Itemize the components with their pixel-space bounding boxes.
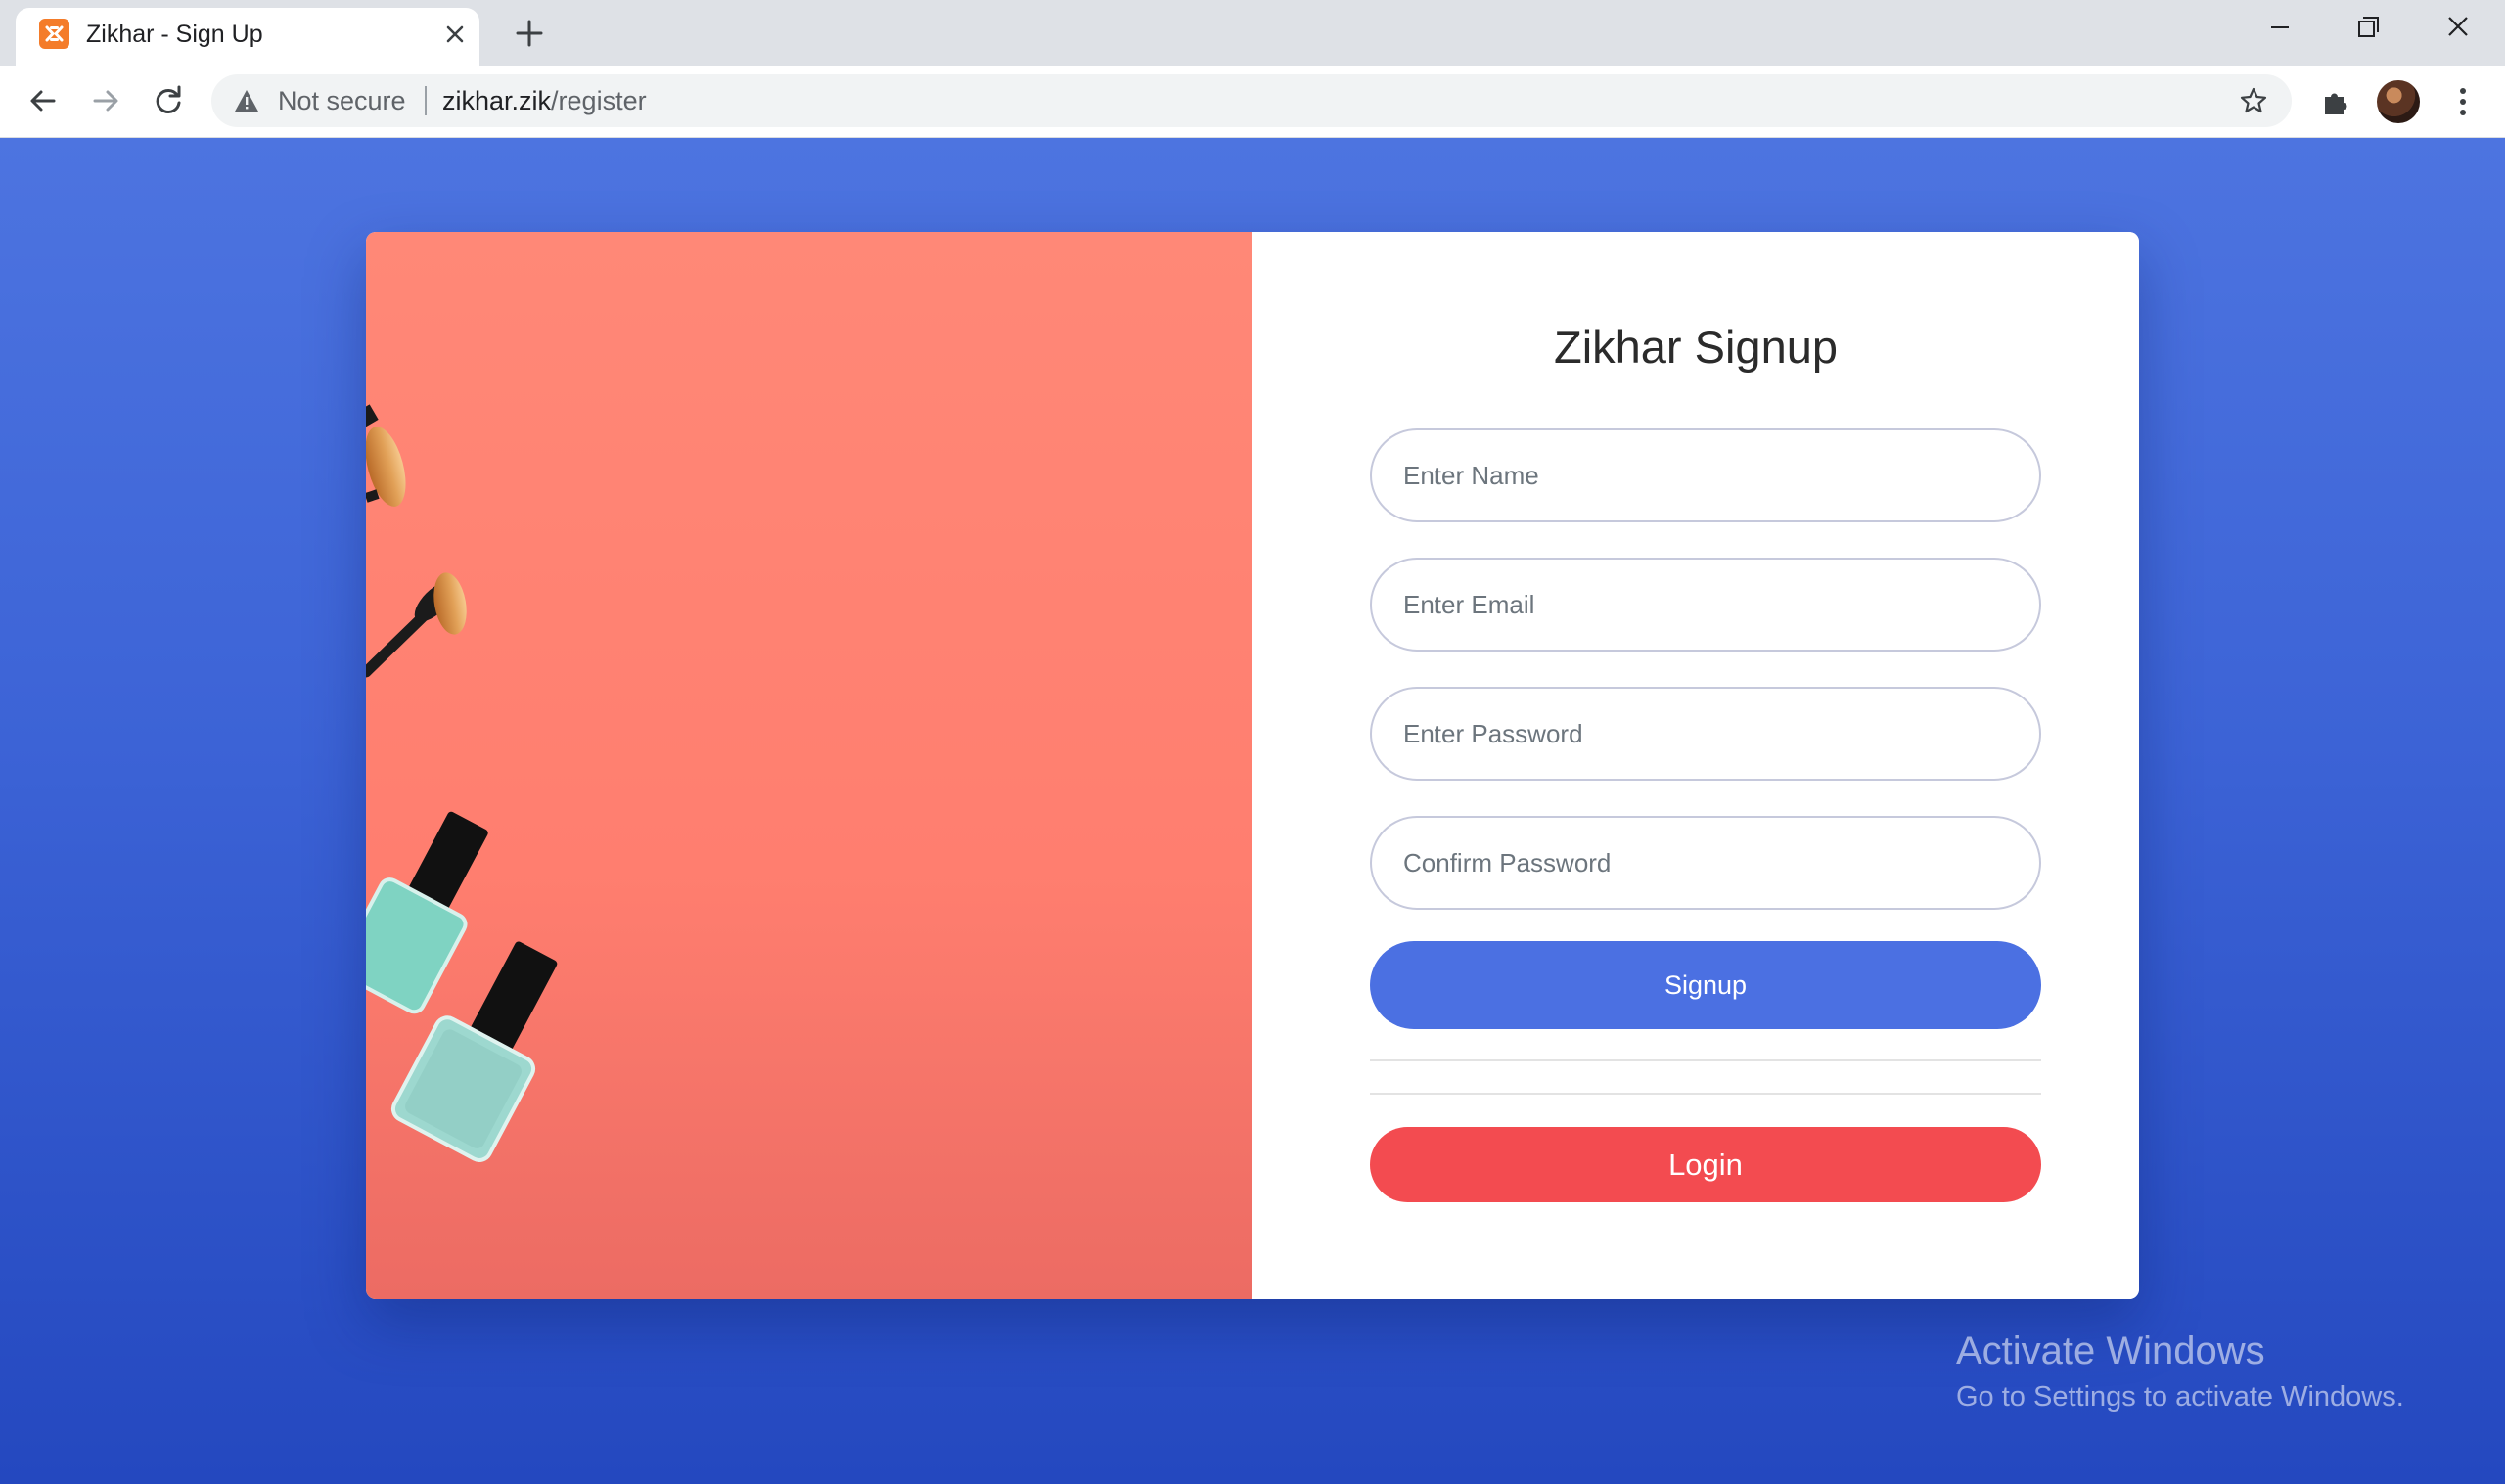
warning-triangle-icon[interactable] <box>233 88 260 113</box>
divider <box>1370 1059 2041 1061</box>
address-bar[interactable]: Not secure zikhar.zik/register <box>211 74 2292 127</box>
makeup-brush-icon <box>366 572 467 678</box>
cosmetics-image <box>366 232 1252 1299</box>
restore-icon[interactable] <box>2345 10 2391 49</box>
extensions-puzzle-icon[interactable] <box>2319 85 2352 118</box>
signup-card: Zikhar Signup Signup Login <box>366 232 2139 1299</box>
signup-form-panel: Zikhar Signup Signup Login <box>1252 232 2139 1299</box>
page-title: Zikhar Signup <box>1554 321 1838 373</box>
makeup-brush-icon <box>366 404 406 507</box>
xampp-favicon-icon <box>39 19 69 49</box>
name-field[interactable] <box>1370 428 2041 522</box>
signup-button[interactable]: Signup <box>1370 941 2041 1029</box>
nail-polish-bottle-icon <box>366 811 488 1014</box>
bookmark-star-icon[interactable] <box>2239 86 2268 115</box>
profile-avatar[interactable] <box>2377 80 2420 123</box>
email-field[interactable] <box>1370 558 2041 652</box>
kebab-menu-icon[interactable] <box>2446 83 2480 120</box>
activate-windows-subtitle: Go to Settings to activate Windows. <box>1956 1381 2404 1413</box>
browser-tab[interactable]: Zikhar - Sign Up <box>16 8 479 66</box>
activate-windows-title: Activate Windows <box>1956 1329 2265 1372</box>
password-field[interactable] <box>1370 687 2041 781</box>
page-viewport: Zikhar Signup Signup Login <box>0 138 2505 1484</box>
confirm-password-field[interactable] <box>1370 816 2041 910</box>
tab-close-icon[interactable] <box>440 20 470 49</box>
window-close-icon[interactable] <box>2435 10 2482 49</box>
tab-title: Zikhar - Sign Up <box>86 21 263 48</box>
url-text[interactable]: zikhar.zik/register <box>442 86 647 115</box>
new-tab-plus-icon[interactable] <box>512 16 547 51</box>
back-arrow-icon[interactable] <box>22 79 65 122</box>
browser-toolbar: Not secure zikhar.zik/register <box>0 66 2505 138</box>
not-secure-label[interactable]: Not secure <box>278 86 406 115</box>
tab-strip: Zikhar - Sign Up <box>0 0 2505 66</box>
omnibox-separator <box>425 86 427 115</box>
url-host: zikhar.zik <box>442 86 552 115</box>
login-button[interactable]: Login <box>1370 1127 2041 1202</box>
divider <box>1370 1093 2041 1095</box>
url-path: /register <box>551 86 647 115</box>
forward-arrow-icon[interactable] <box>84 79 127 122</box>
reload-icon[interactable] <box>147 79 190 122</box>
minimize-icon[interactable] <box>2256 10 2303 49</box>
